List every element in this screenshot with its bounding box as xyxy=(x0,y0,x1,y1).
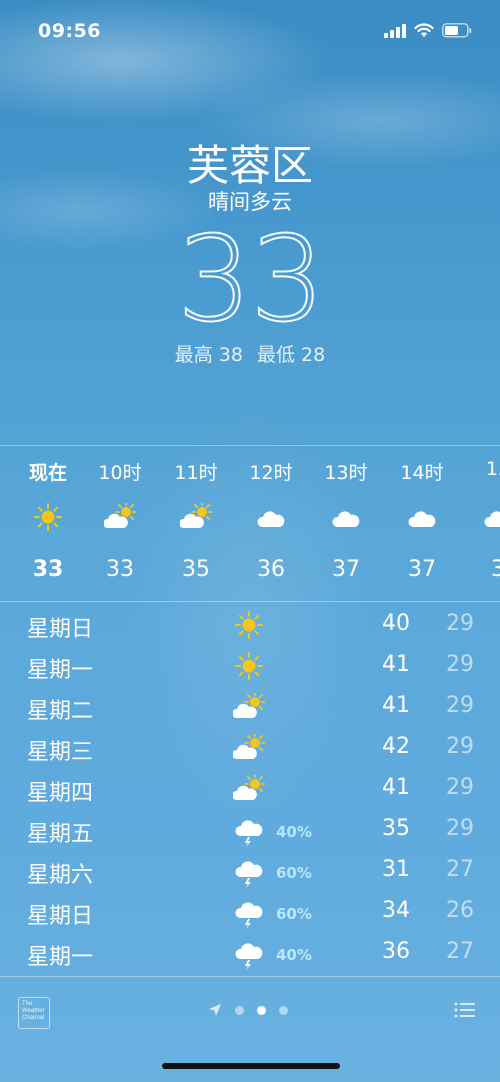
high-temperature: 35 xyxy=(382,816,410,841)
day-name: 星期一 xyxy=(27,945,94,970)
hour-label: 13时 xyxy=(324,462,368,484)
signal-icon xyxy=(384,22,406,38)
partly-cloudy-icon xyxy=(178,501,213,531)
sun-icon xyxy=(233,611,267,643)
hour-temperature: 37 xyxy=(408,557,436,582)
hour-label: 14时 xyxy=(400,462,444,484)
daily-forecast[interactable]: 星期日 40 29 星期一 41 29 星期二 41 29 星期三 42 29 星期四 41 29 星期五 40… xyxy=(0,607,500,975)
page-dot-2[interactable] xyxy=(257,1005,266,1015)
daily-row: 星期二 41 29 xyxy=(0,689,500,730)
hour-label: 15 xyxy=(485,458,500,480)
high-temperature: 36 xyxy=(382,939,410,964)
high-temperature: 41 xyxy=(382,693,410,718)
high-temperature: 41 xyxy=(382,775,410,800)
thunderstorm-icon xyxy=(233,816,267,848)
low-temperature: 29 xyxy=(446,611,474,636)
high-temperature: 40 xyxy=(382,611,410,636)
high-temperature: 42 xyxy=(382,734,410,759)
location-arrow-icon xyxy=(208,1003,222,1017)
partly-cloudy-icon xyxy=(231,732,267,766)
daily-row: 星期日 40 29 xyxy=(0,607,500,648)
daily-row: 星期六 60% 31 27 xyxy=(0,853,500,894)
current-temperature: 33 xyxy=(176,209,326,349)
low-temperature: 29 xyxy=(446,775,474,800)
high-temperature: 31 xyxy=(382,857,410,882)
wifi-icon xyxy=(414,22,434,38)
day-name: 星期日 xyxy=(27,617,94,642)
high-low-temps: 最高 38 最低 28 xyxy=(0,340,500,367)
sun-icon xyxy=(233,652,267,684)
hour-label: 12时 xyxy=(249,462,293,484)
day-name: 星期一 xyxy=(27,658,94,683)
thunderstorm-icon xyxy=(233,939,267,971)
page-indicator[interactable] xyxy=(208,1003,288,1017)
high-temp: 最高 38 xyxy=(174,344,243,366)
thunderstorm-icon xyxy=(233,898,267,930)
day-name: 星期日 xyxy=(27,904,94,929)
sun-icon xyxy=(32,503,64,531)
location-name: 芙蓉区 xyxy=(186,141,313,190)
hour-temperature: 37 xyxy=(332,557,360,582)
hourly-forecast[interactable]: 现在 33 10时 33 11时 35 12时 36 13时 37 14时 37 15 3 xyxy=(0,445,500,602)
day-name: 星期六 xyxy=(27,863,94,888)
partly-cloudy-icon xyxy=(231,773,267,807)
cloud-icon xyxy=(255,503,287,531)
cloud-icon xyxy=(406,503,438,531)
precipitation-chance: 60% xyxy=(276,905,312,923)
low-temperature: 27 xyxy=(446,857,474,882)
daily-row: 星期日 60% 34 26 xyxy=(0,894,500,935)
hour-temperature: 35 xyxy=(182,557,210,582)
day-name: 星期四 xyxy=(27,781,94,806)
low-temperature: 26 xyxy=(446,898,474,923)
cloud-icon xyxy=(330,503,362,531)
hour-label: 11时 xyxy=(174,462,218,484)
status-icons xyxy=(384,22,472,38)
cloud-icon xyxy=(482,503,500,531)
day-name: 星期三 xyxy=(27,740,94,765)
low-temperature: 29 xyxy=(446,693,474,718)
list-icon[interactable] xyxy=(454,1001,476,1023)
precipitation-chance: 40% xyxy=(276,823,312,841)
low-temperature: 29 xyxy=(446,734,474,759)
hour-label: 现在 xyxy=(28,462,67,484)
hour-temperature: 33 xyxy=(32,557,64,582)
low-temperature: 29 xyxy=(446,652,474,677)
page-dot-1[interactable] xyxy=(235,1005,244,1015)
status-time: 09:56 xyxy=(38,20,101,42)
partly-cloudy-icon xyxy=(102,501,137,531)
partly-cloudy-icon xyxy=(231,691,267,725)
status-bar: 09:56 xyxy=(0,0,500,64)
hour-temperature: 33 xyxy=(106,557,134,582)
hour-label: 10时 xyxy=(98,462,142,484)
page-dot-3[interactable] xyxy=(279,1005,288,1015)
low-temperature: 27 xyxy=(446,939,474,964)
thunderstorm-icon xyxy=(233,857,267,889)
hour-temperature: 36 xyxy=(257,557,285,582)
day-name: 星期二 xyxy=(27,699,94,724)
day-name: 星期五 xyxy=(27,822,94,847)
daily-row: 星期一 40% 36 27 xyxy=(0,935,500,976)
daily-row: 星期一 41 29 xyxy=(0,648,500,689)
weather-channel-logo[interactable]: The Weather Channel xyxy=(18,997,50,1029)
daily-row: 星期四 41 29 xyxy=(0,771,500,812)
precipitation-chance: 40% xyxy=(276,946,312,964)
high-temperature: 34 xyxy=(382,898,410,923)
hour-temperature: 3 xyxy=(460,557,500,582)
high-temperature: 41 xyxy=(382,652,410,677)
low-temperature: 29 xyxy=(446,816,474,841)
daily-row: 星期五 40% 35 29 xyxy=(0,812,500,853)
daily-row: 星期三 42 29 xyxy=(0,730,500,771)
home-indicator[interactable] xyxy=(162,1063,340,1069)
low-temp: 最低 28 xyxy=(257,344,326,366)
precipitation-chance: 60% xyxy=(276,864,312,882)
battery-icon xyxy=(442,22,472,38)
